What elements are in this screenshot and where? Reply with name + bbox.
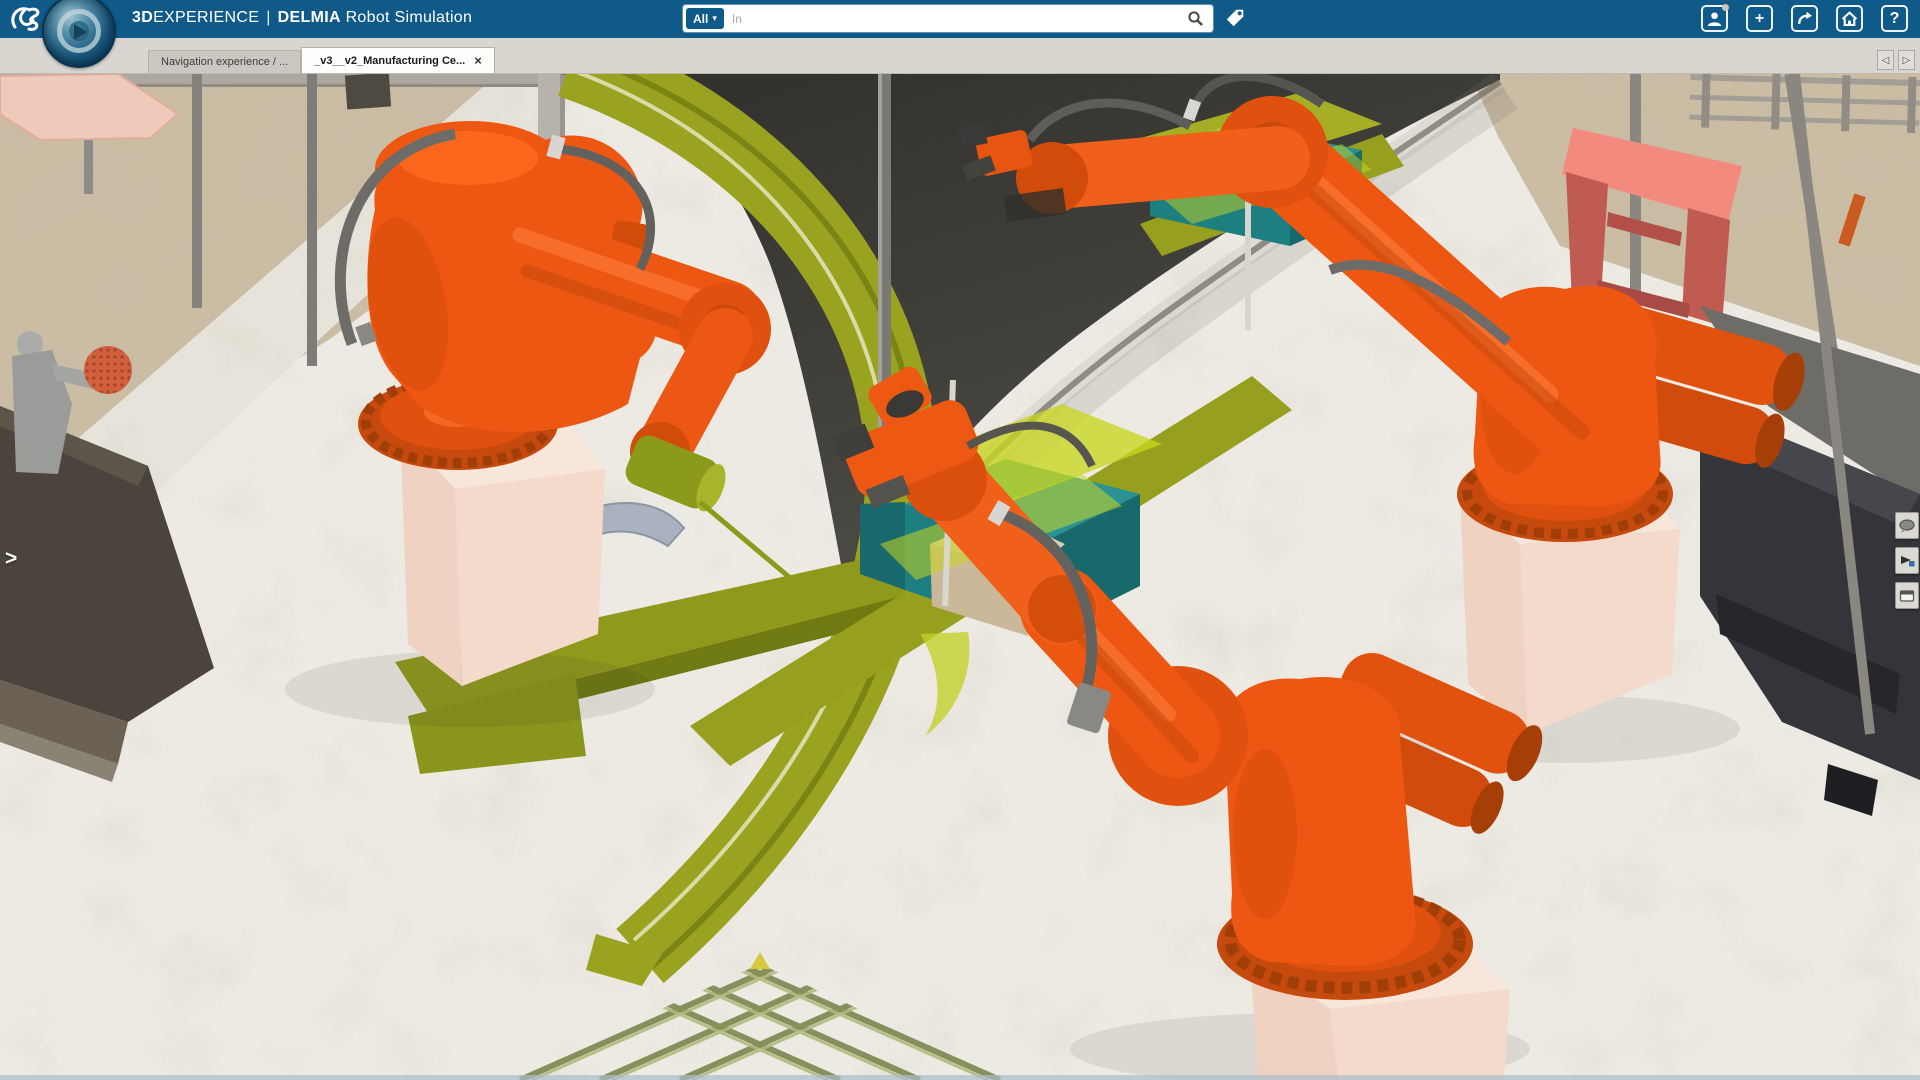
search-scope-dropdown[interactable]: All ▾	[686, 8, 724, 29]
search-bar[interactable]: All ▾	[683, 5, 1213, 32]
triangle-right-icon: ▷	[1903, 55, 1911, 66]
close-icon[interactable]: ×	[474, 48, 482, 74]
chevron-down-icon: ▾	[712, 13, 717, 24]
window-bottom-edge	[0, 1075, 1920, 1080]
tab-bar: Navigation experience / ... _v3__v2_Manu…	[0, 38, 1920, 74]
widgets-button[interactable]	[1895, 582, 1919, 609]
tab-label: _v3__v2_Manufacturing Ce...	[314, 48, 465, 74]
search-input[interactable]	[724, 12, 1187, 26]
help-button[interactable]: ?	[1881, 5, 1908, 32]
add-button[interactable]: +	[1746, 5, 1773, 32]
home-icon	[1841, 10, 1858, 27]
brand: EXPERIENCE	[153, 9, 259, 26]
brand-bold: 3D	[132, 9, 153, 26]
search-icon[interactable]	[1187, 10, 1204, 27]
share-arrow-icon	[1796, 10, 1813, 27]
tag-icon[interactable]	[1224, 7, 1246, 29]
tab-scroll-right-button[interactable]: ▷	[1898, 50, 1915, 70]
share-button[interactable]	[1791, 5, 1818, 32]
top-bar: 3DEXPERIENCE | DELMIA Robot Simulation All…	[0, 0, 1920, 38]
3ds-logo-icon[interactable]	[8, 3, 44, 35]
compass-play-icon	[74, 24, 87, 40]
collaboration-button[interactable]	[1895, 512, 1919, 539]
app-title: 3DEXPERIENCE | DELMIA Robot Simulation	[132, 9, 472, 27]
chat-bubble-icon	[1898, 517, 1916, 535]
right-tool-strip	[1895, 512, 1919, 609]
app-name: Robot Simulation	[346, 9, 473, 26]
topbar-actions: + ?	[1701, 5, 1908, 32]
title-divider: |	[266, 9, 270, 26]
delmia-robot-simulation-window: 3DEXPERIENCE | DELMIA Robot Simulation All…	[0, 0, 1920, 1080]
help-icon: ?	[1890, 10, 1900, 28]
tab-manufacturing-cell[interactable]: _v3__v2_Manufacturing Ce... ×	[301, 47, 495, 73]
media-flag-icon	[1898, 552, 1916, 570]
window-icon	[1898, 587, 1916, 605]
tab-scroll-left-button[interactable]: ◁	[1877, 50, 1894, 70]
tab-label: Navigation experience / ...	[161, 56, 288, 68]
profile-button[interactable]	[1701, 5, 1728, 32]
app-name-bold: DELMIA	[278, 9, 341, 26]
chevron-right-icon: >	[5, 547, 17, 570]
search-scope-label: All	[693, 12, 708, 26]
scene-canvas[interactable]	[0, 74, 1920, 1080]
3d-viewport[interactable]: >	[0, 74, 1920, 1080]
media-button[interactable]	[1895, 547, 1919, 574]
notification-dot	[1722, 4, 1729, 11]
panel-expander-button[interactable]: >	[5, 548, 17, 569]
tab-scroll-controls: ◁ ▷	[1877, 50, 1915, 70]
home-button[interactable]	[1836, 5, 1863, 32]
user-icon	[1706, 10, 1723, 27]
plus-icon: +	[1755, 10, 1764, 28]
tab-navigation-experience[interactable]: Navigation experience / ...	[148, 50, 301, 73]
triangle-left-icon: ◁	[1882, 55, 1890, 66]
tabs: Navigation experience / ... _v3__v2_Manu…	[148, 47, 495, 73]
